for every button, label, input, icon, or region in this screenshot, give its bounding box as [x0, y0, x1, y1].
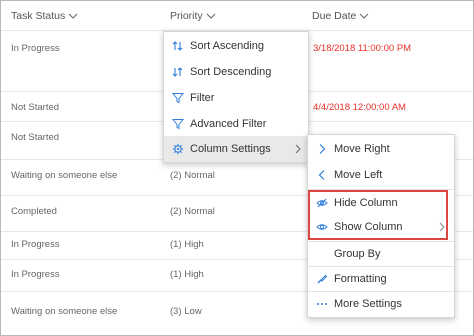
move-right-item[interactable]: Move Right — [308, 136, 454, 162]
show-column-item[interactable]: Show Column — [308, 214, 454, 240]
task-list-view: Task Status Priority Due Date In Progres… — [0, 0, 474, 336]
ellipsis-icon — [316, 298, 328, 310]
task-status-cell: In Progress — [11, 269, 60, 280]
move-right-label: Move Right — [334, 143, 390, 155]
sort-descending-item[interactable]: Sort Descending — [164, 59, 308, 85]
column-header-due-date[interactable]: Due Date — [312, 10, 369, 22]
filter-label: Filter — [190, 92, 215, 104]
advanced-filter-label: Advanced Filter — [190, 118, 267, 130]
column-header-task-status-label: Task Status — [11, 10, 66, 22]
hide-column-label: Hide Column — [334, 197, 398, 209]
sort-ascending-icon — [172, 40, 184, 52]
task-status-cell: In Progress — [11, 239, 60, 250]
chevron-left-icon — [316, 169, 328, 181]
advanced-filter-icon — [172, 118, 184, 130]
more-settings-label: More Settings — [334, 298, 402, 310]
column-settings-submenu: Move Right Move Left Hide Column Show Co… — [307, 134, 455, 318]
column-header-priority[interactable]: Priority — [170, 10, 216, 22]
show-column-label: Show Column — [334, 221, 403, 233]
paint-brush-icon — [316, 273, 328, 285]
task-status-cell: Waiting on someone else — [11, 306, 118, 317]
priority-cell: (1) High — [170, 239, 204, 250]
chevron-down-icon — [360, 13, 369, 19]
task-status-cell: Not Started — [11, 102, 60, 113]
task-status-cell: Waiting on someone else — [11, 170, 118, 181]
formatting-item[interactable]: Formatting — [308, 266, 454, 292]
priority-cell: (2) Normal — [170, 206, 215, 217]
chevron-down-icon — [206, 13, 216, 19]
chevron-right-icon — [295, 144, 301, 154]
task-status-cell: Completed — [11, 206, 57, 217]
group-by-item[interactable]: Group By — [308, 241, 454, 267]
due-date-cell: 4/4/2018 12:00:00 AM — [313, 102, 406, 113]
group-by-label: Group By — [334, 248, 381, 260]
priority-cell: (2) Normal — [170, 170, 215, 181]
more-settings-item[interactable]: More Settings — [308, 291, 454, 317]
sort-descending-label: Sort Descending — [190, 66, 272, 78]
priority-cell: (1) High — [170, 269, 204, 280]
column-header-due-date-label: Due Date — [312, 10, 357, 22]
priority-cell: (3) Low — [170, 306, 202, 317]
eye-icon — [316, 221, 328, 233]
formatting-label: Formatting — [334, 273, 387, 285]
move-left-item[interactable]: Move Left — [308, 162, 454, 188]
task-status-cell: Not Started — [11, 132, 60, 143]
hide-column-item[interactable]: Hide Column — [308, 190, 454, 216]
sort-descending-icon — [172, 66, 184, 78]
advanced-filter-item[interactable]: Advanced Filter — [164, 111, 308, 137]
sort-ascending-item[interactable]: Sort Ascending — [164, 33, 308, 59]
due-date-cell: 3/18/2018 11:00:00 PM — [313, 43, 412, 54]
task-status-cell: In Progress — [11, 43, 60, 54]
chevron-right-icon — [439, 222, 445, 232]
sort-ascending-label: Sort Ascending — [190, 40, 264, 52]
gear-icon — [172, 143, 184, 155]
column-settings-label: Column Settings — [190, 143, 271, 155]
column-header-menu: Sort Ascending Sort Descending Filter Ad… — [163, 31, 309, 163]
column-header-priority-label: Priority — [170, 10, 203, 22]
column-settings-item[interactable]: Column Settings — [164, 136, 308, 162]
move-left-label: Move Left — [334, 169, 383, 181]
filter-icon — [172, 92, 184, 104]
chevron-right-icon — [316, 143, 328, 155]
chevron-down-icon — [68, 13, 78, 19]
column-header-task-status[interactable]: Task Status — [11, 10, 78, 22]
eye-hidden-icon — [316, 197, 328, 209]
filter-item[interactable]: Filter — [164, 85, 308, 111]
